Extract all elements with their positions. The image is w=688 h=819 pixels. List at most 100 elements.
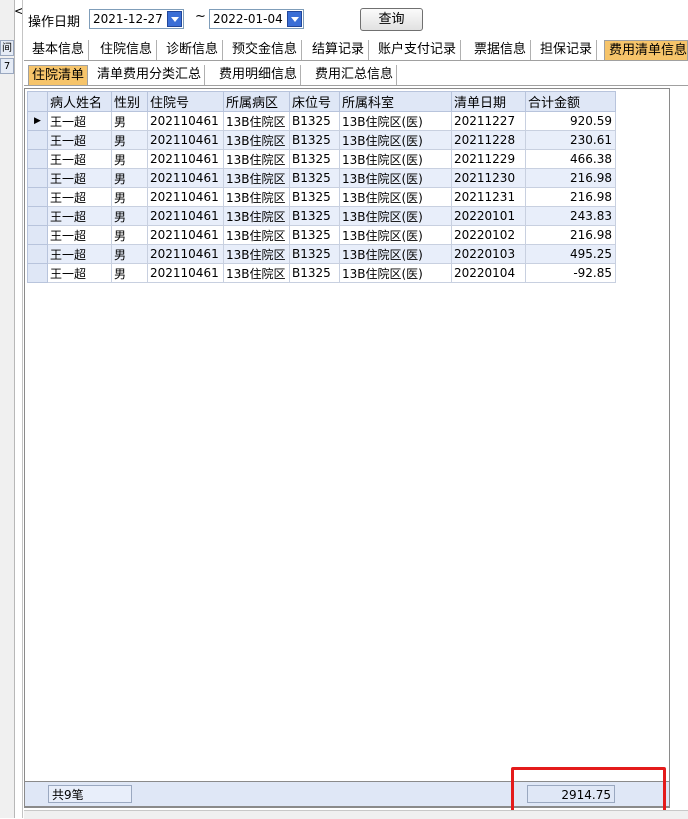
- table-cell[interactable]: 王一超: [47, 263, 112, 283]
- table-row[interactable]: 王一超 男 202110461 13B住院区 B1325 13B住院区(医) 2…: [27, 244, 616, 264]
- column-header[interactable]: 床位号: [289, 91, 340, 112]
- table-cell[interactable]: 男: [111, 187, 148, 207]
- tab-expense-detail[interactable]: 费用明细信息: [216, 65, 302, 85]
- dropdown-arrow-icon[interactable]: [287, 11, 302, 27]
- table-cell[interactable]: 男: [111, 130, 148, 150]
- table-cell[interactable]: 13B住院区(医): [339, 111, 452, 131]
- table-row[interactable]: 王一超 男 202110461 13B住院区 B1325 13B住院区(医) 2…: [27, 225, 616, 245]
- table-cell[interactable]: 男: [111, 244, 148, 264]
- table-cell[interactable]: 20211231: [451, 187, 526, 207]
- tab-expense-summary[interactable]: 费用汇总信息: [312, 65, 398, 85]
- table-cell[interactable]: B1325: [289, 111, 340, 131]
- table-cell[interactable]: 13B住院区: [223, 263, 290, 283]
- table-cell[interactable]: 男: [111, 206, 148, 226]
- table-cell[interactable]: 216.98: [525, 168, 616, 188]
- table-cell[interactable]: 202110461: [147, 244, 224, 264]
- table-cell[interactable]: 13B住院区: [223, 187, 290, 207]
- table-cell[interactable]: 王一超: [47, 244, 112, 264]
- tab-inpatient-list[interactable]: 住院清单: [28, 65, 89, 85]
- table-cell[interactable]: 13B住院区: [223, 225, 290, 245]
- table-cell[interactable]: 216.98: [525, 225, 616, 245]
- end-date-picker[interactable]: 2022-01-04: [209, 9, 304, 29]
- table-row[interactable]: ▶ 王一超 男 202110461 13B住院区 B1325 13B住院区(医)…: [27, 111, 616, 131]
- tab-settlement-records[interactable]: 结算记录: [308, 40, 370, 60]
- table-cell[interactable]: 13B住院区(医): [339, 263, 452, 283]
- table-cell[interactable]: 13B住院区(医): [339, 168, 452, 188]
- column-header[interactable]: 性别: [111, 91, 148, 112]
- table-cell[interactable]: 13B住院区: [223, 206, 290, 226]
- table-cell[interactable]: B1325: [289, 149, 340, 169]
- table-cell[interactable]: 20220103: [451, 244, 526, 264]
- table-cell[interactable]: 243.83: [525, 206, 616, 226]
- table-cell[interactable]: 男: [111, 263, 148, 283]
- tab-deposit-info[interactable]: 预交金信息: [228, 40, 303, 60]
- table-cell[interactable]: 230.61: [525, 130, 616, 150]
- table-cell[interactable]: 男: [111, 149, 148, 169]
- table-cell[interactable]: 202110461: [147, 168, 224, 188]
- table-cell[interactable]: 202110461: [147, 149, 224, 169]
- table-cell[interactable]: B1325: [289, 130, 340, 150]
- tab-account-payment[interactable]: 账户支付记录: [374, 40, 462, 60]
- table-cell[interactable]: 466.38: [525, 149, 616, 169]
- table-cell[interactable]: 13B住院区(医): [339, 206, 452, 226]
- dropdown-arrow-icon[interactable]: [167, 11, 182, 27]
- table-row[interactable]: 王一超 男 202110461 13B住院区 B1325 13B住院区(医) 2…: [27, 130, 616, 150]
- table-cell[interactable]: 202110461: [147, 111, 224, 131]
- table-cell[interactable]: 13B住院区: [223, 149, 290, 169]
- tab-inpatient-info[interactable]: 住院信息: [96, 40, 158, 60]
- panel-divider[interactable]: [22, 0, 23, 818]
- table-cell[interactable]: 13B住院区: [223, 244, 290, 264]
- table-cell[interactable]: B1325: [289, 225, 340, 245]
- table-cell[interactable]: 20220102: [451, 225, 526, 245]
- table-cell[interactable]: 王一超: [47, 168, 112, 188]
- table-cell[interactable]: 13B住院区(医): [339, 130, 452, 150]
- table-cell[interactable]: 20211227: [451, 111, 526, 131]
- table-cell[interactable]: 920.59: [525, 111, 616, 131]
- tab-guarantee-records[interactable]: 担保记录: [536, 40, 598, 60]
- table-row[interactable]: 王一超 男 202110461 13B住院区 B1325 13B住院区(医) 2…: [27, 168, 616, 188]
- column-header[interactable]: 病人姓名: [47, 91, 112, 112]
- table-cell[interactable]: 20220104: [451, 263, 526, 283]
- table-cell[interactable]: B1325: [289, 244, 340, 264]
- column-header[interactable]: 清单日期: [451, 91, 526, 112]
- table-cell[interactable]: 男: [111, 168, 148, 188]
- table-cell[interactable]: B1325: [289, 263, 340, 283]
- table-cell[interactable]: 202110461: [147, 187, 224, 207]
- column-header[interactable]: 所属科室: [339, 91, 452, 112]
- table-cell[interactable]: 王一超: [47, 187, 112, 207]
- table-row[interactable]: 王一超 男 202110461 13B住院区 B1325 13B住院区(医) 2…: [27, 206, 616, 226]
- tab-expense-category-summary[interactable]: 清单费用分类汇总: [94, 65, 206, 85]
- table-row[interactable]: 王一超 男 202110461 13B住院区 B1325 13B住院区(医) 2…: [27, 187, 616, 207]
- table-cell[interactable]: 495.25: [525, 244, 616, 264]
- table-row[interactable]: 王一超 男 202110461 13B住院区 B1325 13B住院区(医) 2…: [27, 149, 616, 169]
- table-cell[interactable]: 王一超: [47, 206, 112, 226]
- table-cell[interactable]: 202110461: [147, 206, 224, 226]
- table-cell[interactable]: B1325: [289, 168, 340, 188]
- column-header[interactable]: 合计金额: [525, 91, 616, 112]
- table-cell[interactable]: 13B住院区(医): [339, 244, 452, 264]
- start-date-picker[interactable]: 2021-12-27: [89, 9, 184, 29]
- table-cell[interactable]: 20211230: [451, 168, 526, 188]
- tab-diagnosis-info[interactable]: 诊断信息: [162, 40, 224, 60]
- table-cell[interactable]: 男: [111, 111, 148, 131]
- table-cell[interactable]: 13B住院区(医): [339, 149, 452, 169]
- table-row[interactable]: 王一超 男 202110461 13B住院区 B1325 13B住院区(医) 2…: [27, 263, 616, 283]
- table-cell[interactable]: 王一超: [47, 111, 112, 131]
- table-cell[interactable]: 202110461: [147, 225, 224, 245]
- table-cell[interactable]: 男: [111, 225, 148, 245]
- column-header[interactable]: 所属病区: [223, 91, 290, 112]
- table-cell[interactable]: 20211228: [451, 130, 526, 150]
- table-cell[interactable]: 20220101: [451, 206, 526, 226]
- table-cell[interactable]: 13B住院区: [223, 130, 290, 150]
- table-cell[interactable]: B1325: [289, 187, 340, 207]
- column-header[interactable]: 住院号: [147, 91, 224, 112]
- query-button[interactable]: 查询: [360, 8, 423, 31]
- table-cell[interactable]: 王一超: [47, 225, 112, 245]
- table-cell[interactable]: 202110461: [147, 263, 224, 283]
- table-cell[interactable]: 13B住院区: [223, 111, 290, 131]
- table-cell[interactable]: 王一超: [47, 149, 112, 169]
- collapse-arrow-icon[interactable]: <: [14, 4, 24, 18]
- tab-expense-list[interactable]: 费用清单信息: [604, 40, 688, 60]
- table-cell[interactable]: 216.98: [525, 187, 616, 207]
- table-cell[interactable]: B1325: [289, 206, 340, 226]
